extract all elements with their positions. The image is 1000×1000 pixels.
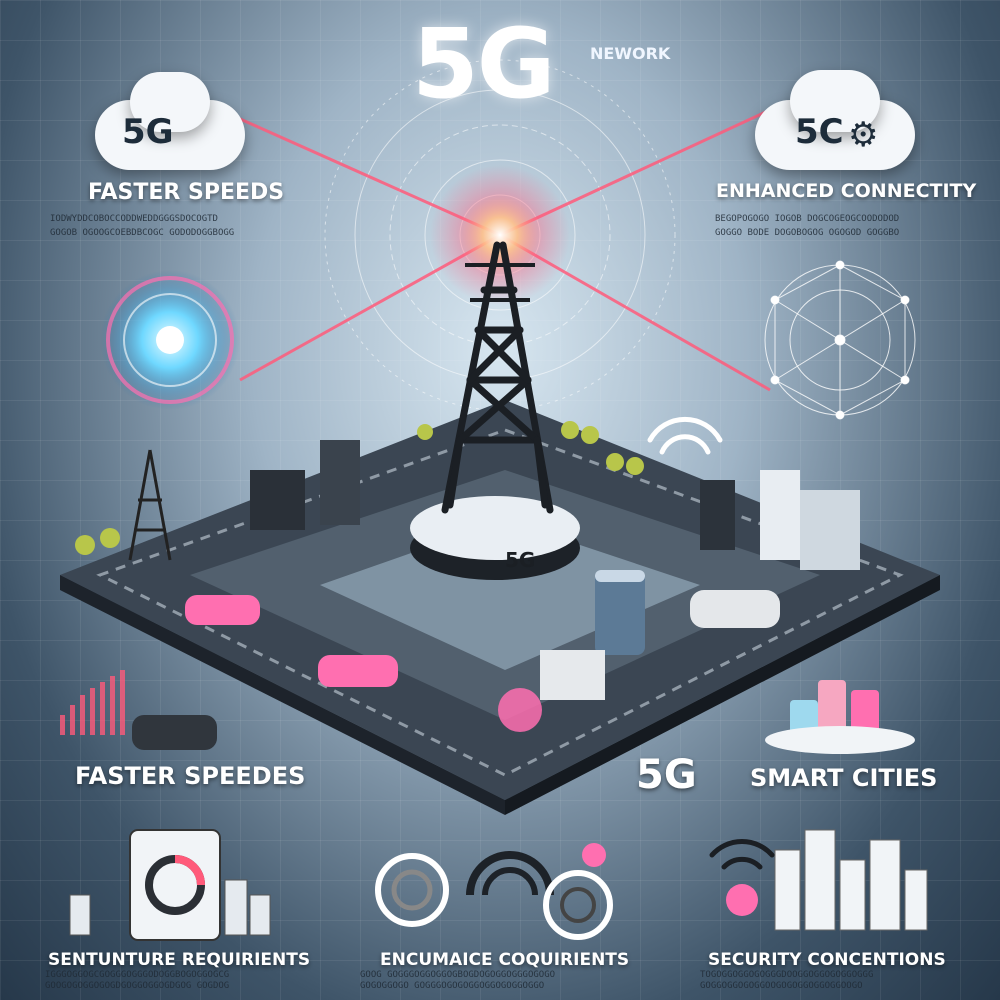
bottom-pink-dot [582,843,606,867]
gear-icon: ⚙ [848,115,879,155]
heading-mid-left: FASTER SPEEDES [75,762,306,790]
smart-cities-bars [765,680,915,754]
heading-top-right: ENHANCED CONNECTITY [716,180,977,202]
caption-bottom-right: TOGOGGOGGOGOGGGDOOGGOGGOGOGGOGGG GOGGOGGO… [700,970,874,991]
tower-glow [430,165,570,305]
caption-top-left: IODWYDDCOBOCCODDWEDDGGGSDOCOGTD GOGOB OGO… [50,214,235,238]
tablet-device [129,829,221,941]
pink-dot-icon [726,884,758,916]
bar-chart-decor [60,670,125,735]
heading-bottom-center: ENCUMAICE COQUIRIENTS [380,950,630,970]
caption-bottom-left: IGGGOGGOGCGOGGGOGGGODOGGBOGOGGOGCG GOOGOG… [45,970,230,991]
heading-bottom-left: SENTUNTURE REQUIRIENTS [48,950,311,970]
caption-bottom-center: GOOG GOGGGOGGOGGOGBOGDOGOGGOGGGOGOGO GOGO… [360,970,556,991]
tower-base-label: 5G [505,548,536,572]
center-pink-icon [498,688,542,732]
bottom-skyline [774,829,928,931]
caption-top-right: BEGOPOGOGO IOGOB DOGCOGEOGCOODODOD GOGGO … [715,214,900,238]
page-title-suffix: NEWORK [590,44,671,63]
heading-bottom-right: SECURITY CONCENTIONS [708,950,946,970]
heading-top-left: FASTER SPEEDS [88,180,285,205]
page-title: 5G [412,8,556,120]
center-5g-label: 5G [636,752,697,798]
bottom-center-icons [375,851,613,940]
left-orb [100,270,240,410]
network-globe [764,260,916,420]
cloud-left-label: 5G [122,112,174,152]
cloud-right-label: 5C [795,112,844,152]
heading-mid-right: SMART CITIES [750,764,938,792]
